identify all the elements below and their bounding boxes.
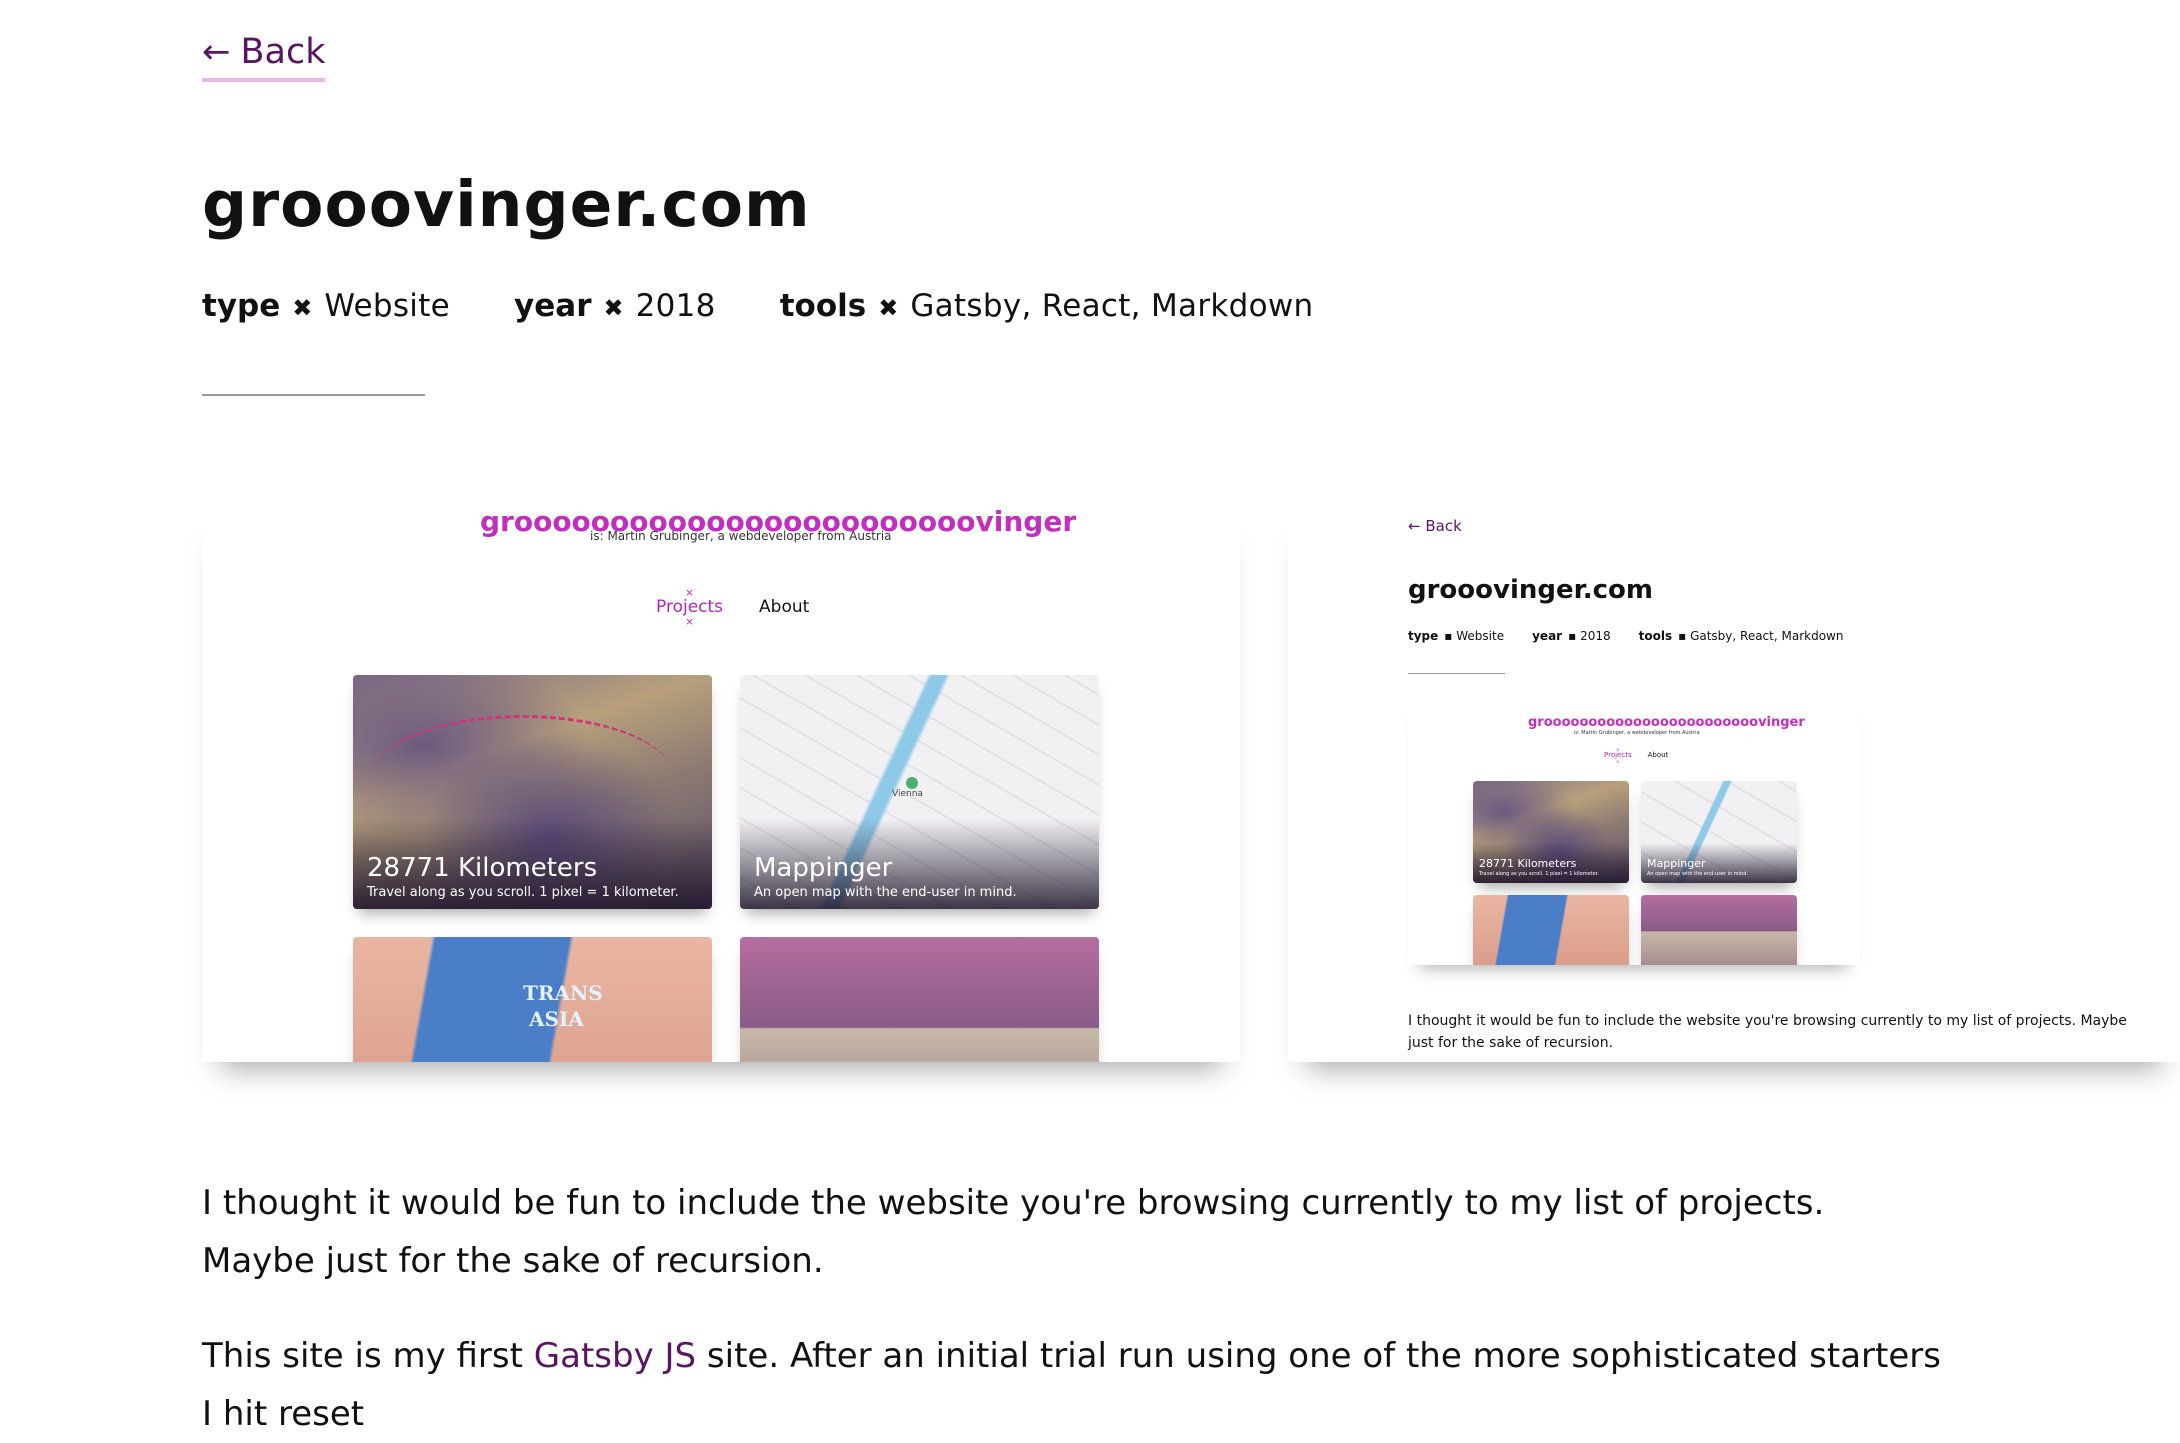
- back-link[interactable]: ← Back: [202, 28, 326, 82]
- card-caption: 28771 Kilometers Travel along as you scr…: [353, 819, 712, 909]
- inner-project-card: 28771 Kilometers Travel along as you scr…: [353, 675, 712, 909]
- map-pin-icon: [906, 777, 918, 789]
- meta-value: Gatsby, React, Markdown: [1690, 629, 1844, 643]
- cross-icon: ✖: [603, 294, 624, 322]
- meta-value: 2018: [1580, 629, 1611, 643]
- inner-nav-projects: Projects: [656, 597, 723, 617]
- square-icon: ▪: [1678, 629, 1687, 643]
- meta-type: type ✖ Website: [202, 288, 450, 324]
- gallery-screenshot-2[interactable]: ← Back grooovinger.com type ▪ Website yea…: [1288, 505, 2180, 1062]
- card-caption: 28771 Kilometers Travel along as you scr…: [1473, 843, 1629, 883]
- meta-value: Website: [1456, 629, 1505, 643]
- book-cover-text: ASIA: [529, 1007, 584, 1031]
- inner-back-link: ← Back: [1408, 517, 1462, 535]
- meta-key: year: [514, 288, 592, 324]
- card-title: 28771 Kilometers: [1479, 857, 1577, 870]
- inner-site-nav: Projects About: [656, 597, 809, 617]
- meta-key: type: [202, 288, 281, 324]
- body-paragraph-1: I thought it would be fun to include the…: [202, 1183, 1825, 1281]
- inner-project-card: [1473, 895, 1629, 965]
- inner-nested-screenshot: groooooooooooooooooooooooovinger is: Mar…: [1408, 697, 1860, 965]
- inner-project-card: 28771 Kilometers Travel along as you scr…: [1473, 781, 1629, 883]
- meta-year: year ✖ 2018: [514, 288, 716, 324]
- inner-site-logo: groooooooooooooooooooooooovinger: [1528, 715, 1805, 730]
- card-caption: Mappinger An open map with the end-user …: [1641, 843, 1797, 883]
- inner-project-card: TRANS ASIA: [353, 937, 712, 1062]
- book-cover-text: TRANS: [523, 981, 603, 1005]
- meta-key: type: [1408, 629, 1439, 643]
- card-desc: An open map with the end-user in mind.: [754, 885, 1017, 900]
- inner-site-subtitle: is: Martin Grubinger, a webdeveloper fro…: [1574, 730, 1700, 736]
- inner-nav-about: About: [1647, 751, 1669, 759]
- inner-project-card: [740, 937, 1099, 1062]
- inner-meta: type ▪ Website year ▪ 2018 tools ▪ Gatsby, …: [1408, 629, 1843, 643]
- meta-key: tools: [1638, 629, 1673, 643]
- inner-site-subtitle: is: Martin Grubinger, a webdeveloper fro…: [590, 529, 892, 543]
- paragraph-text: This site is my first: [202, 1336, 534, 1376]
- inner-project-card: Vienna Mappinger An open map with the en…: [740, 675, 1099, 909]
- inner-project-card: [1641, 895, 1797, 965]
- inner-nav-projects: Projects: [1604, 751, 1632, 759]
- back-label: Back: [240, 32, 326, 72]
- cross-icon: ✖: [292, 294, 313, 322]
- meta-key: year: [1532, 629, 1563, 643]
- square-icon: ▪: [1444, 629, 1453, 643]
- body-paragraph-2: This site is my first Gatsby JS site. Af…: [202, 1327, 1942, 1443]
- project-meta: type ✖ Website year ✖ 2018 tools ✖ Gatsb…: [202, 288, 1377, 324]
- card-title: Mappinger: [1647, 857, 1706, 870]
- inner-site-nav: Projects About: [1604, 751, 1668, 759]
- card-title: 28771 Kilometers: [367, 853, 598, 883]
- cross-icon: ✖: [878, 294, 899, 322]
- card-title: Mappinger: [754, 853, 893, 883]
- meta-value: Gatsby, React, Markdown: [910, 288, 1314, 324]
- gallery-screenshot-1[interactable]: groooooooooooooooooooooooovinger is: Mar…: [202, 505, 1240, 1062]
- card-caption: Mappinger An open map with the end-user …: [740, 819, 1099, 909]
- card-desc: Travel along as you scroll. 1 pixel = 1 …: [367, 885, 679, 900]
- inner-page-title: grooovinger.com: [1408, 575, 1653, 605]
- gatsby-js-link[interactable]: Gatsby JS: [534, 1336, 696, 1376]
- map-pin-label: Vienna: [892, 789, 923, 799]
- card-desc: Travel along as you scroll. 1 pixel = 1 …: [1479, 871, 1599, 877]
- square-icon: ▪: [1568, 629, 1577, 643]
- divider: [202, 394, 425, 396]
- card-desc: An open map with the end-user in mind.: [1647, 871, 1748, 877]
- inner-divider: [1408, 673, 1505, 674]
- arrow-left-icon: ←: [202, 32, 231, 72]
- page-title: grooovinger.com: [202, 168, 811, 241]
- inner-project-card: Mappinger An open map with the end-user …: [1641, 781, 1797, 883]
- inner-paragraph: I thought it would be fun to include the…: [1408, 1013, 2127, 1052]
- inner-nav-about: About: [759, 597, 810, 617]
- meta-tools: tools ✖ Gatsby, React, Markdown: [780, 288, 1314, 324]
- meta-value: 2018: [635, 288, 716, 324]
- meta-key: tools: [779, 288, 867, 324]
- meta-value: Website: [324, 288, 451, 324]
